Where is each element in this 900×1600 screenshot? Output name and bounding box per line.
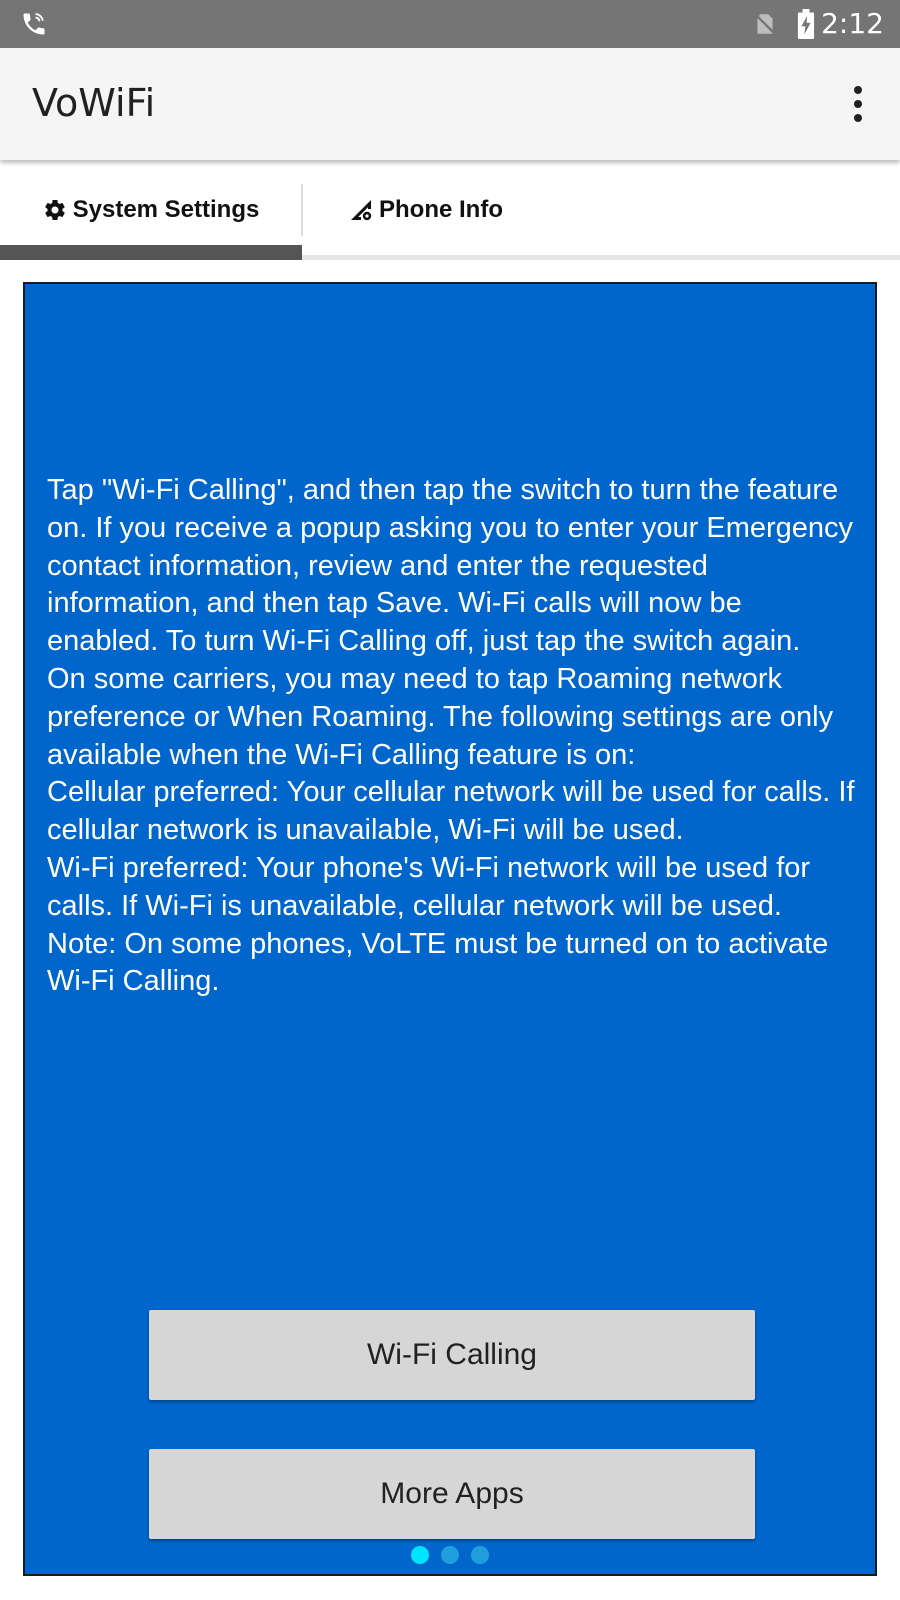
tab-indicator xyxy=(0,245,302,260)
tab-system-settings-label: System Settings xyxy=(72,196,260,223)
status-bar: 2:12 xyxy=(0,0,900,48)
status-time: 2:12 xyxy=(821,7,884,40)
instructions-text: Tap "Wi-Fi Calling", and then tap the sw… xyxy=(47,474,855,998)
no-sim-icon xyxy=(754,13,776,35)
signal-settings-icon xyxy=(351,200,372,221)
battery-charging-icon xyxy=(797,9,815,39)
tab-phone-info-label: Phone Info xyxy=(379,196,503,223)
app-title: VoWiFi xyxy=(32,81,156,125)
page-dot-3[interactable] xyxy=(471,1546,489,1564)
wifi-call-icon xyxy=(23,13,45,35)
screen: 2:12 VoWiFi System Settings Phone Info T… xyxy=(0,0,900,1600)
gear-icon xyxy=(44,200,65,221)
tab-phone-info[interactable]: Phone Info xyxy=(302,160,550,260)
app-bar: VoWiFi xyxy=(0,48,900,160)
page-dot-1[interactable] xyxy=(411,1546,429,1564)
wifi-calling-button[interactable]: Wi-Fi Calling xyxy=(149,1310,755,1400)
page-dot-2[interactable] xyxy=(441,1546,459,1564)
page-indicator xyxy=(411,1546,501,1568)
more-vert-icon[interactable] xyxy=(852,86,864,122)
more-apps-button[interactable]: More Apps xyxy=(149,1449,755,1539)
instructions-panel: Tap "Wi-Fi Calling", and then tap the sw… xyxy=(23,282,877,1576)
